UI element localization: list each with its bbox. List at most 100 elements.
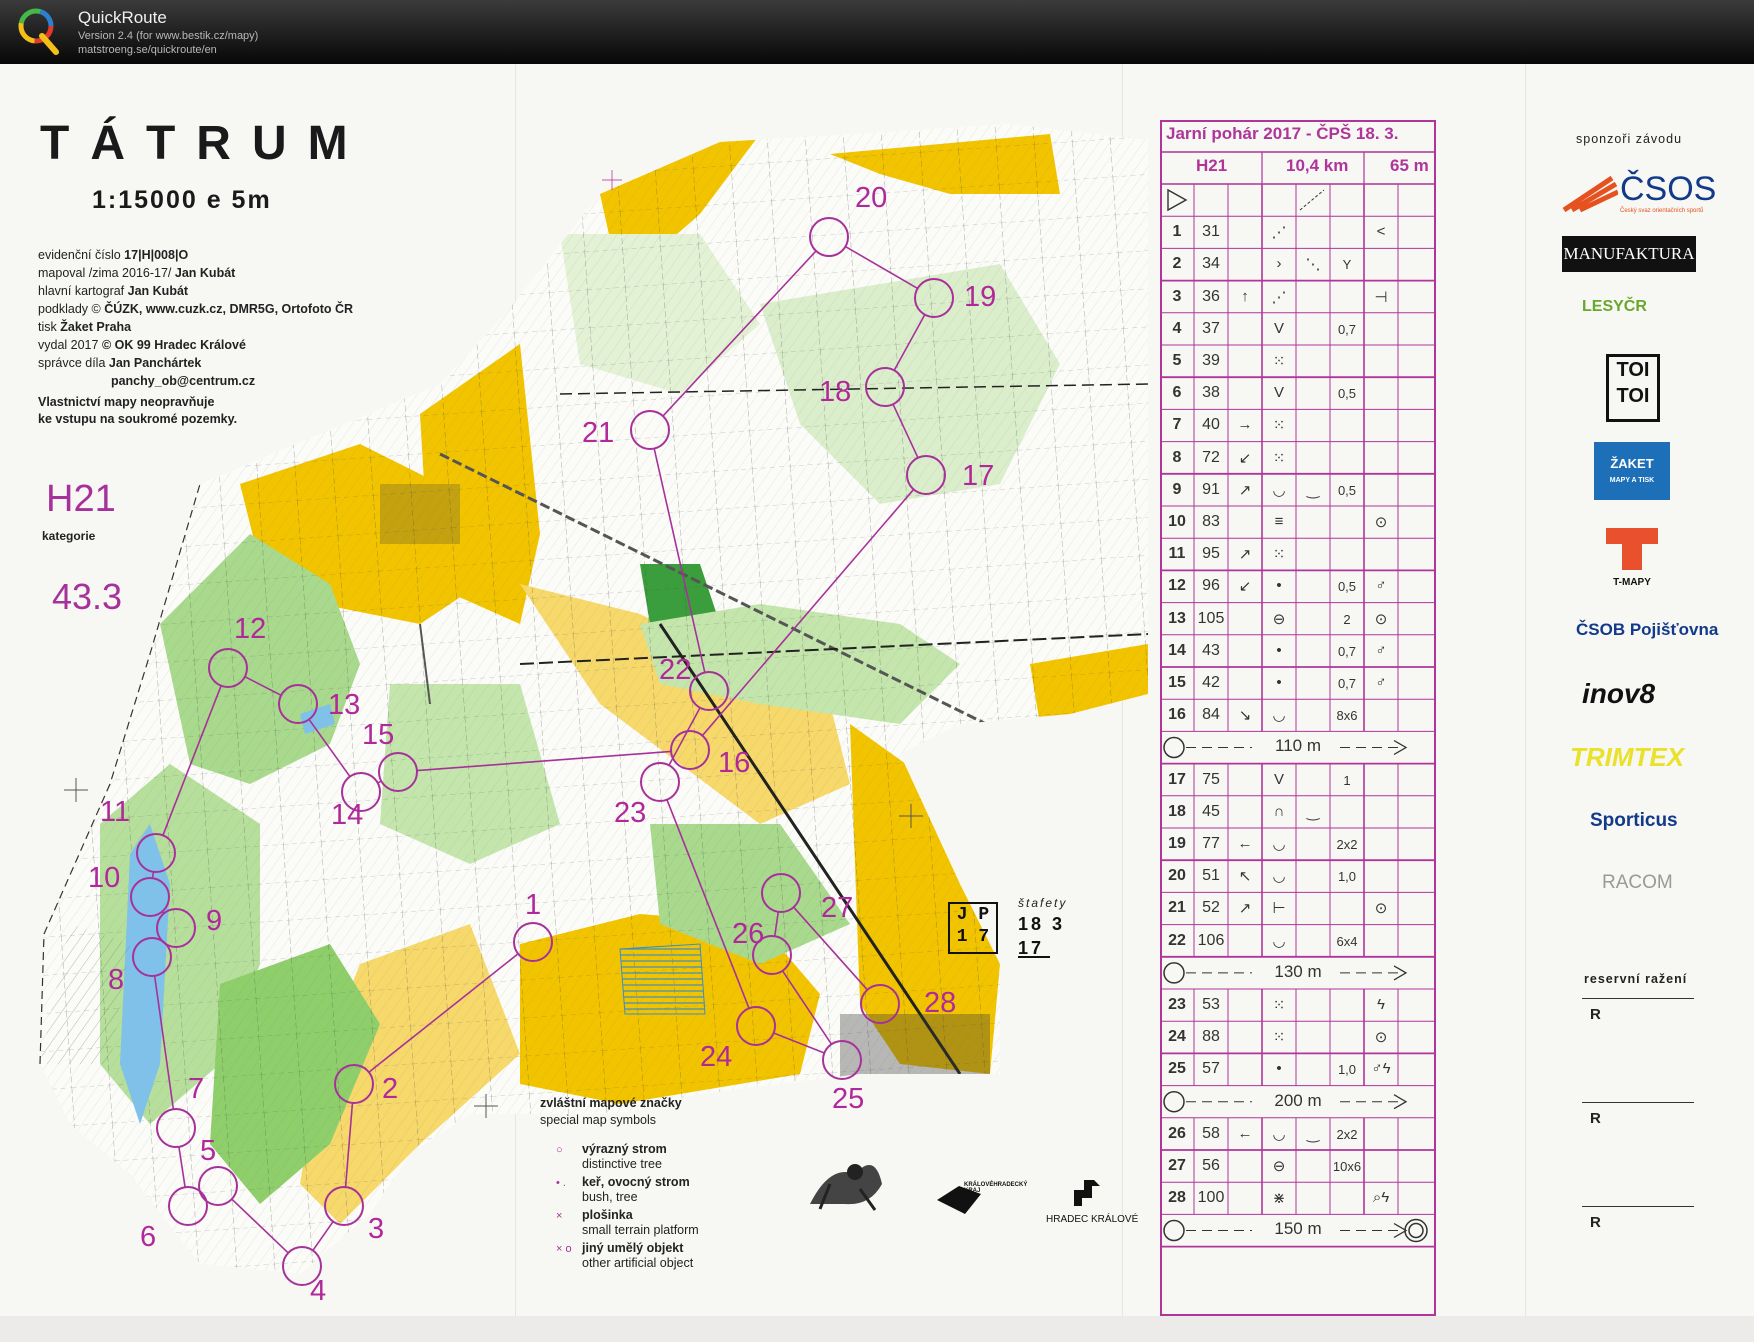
control-feature: V [1273,384,1284,402]
control-seq: 20 [1168,867,1186,885]
control-direction: → [1237,416,1253,434]
control-code: 38 [1202,384,1220,402]
control-code: 56 [1202,1157,1220,1174]
app-title: QuickRoute [78,8,167,27]
control-seq: 9 [1172,480,1182,498]
control-code: 37 [1202,319,1220,337]
control-code: 40 [1202,416,1220,434]
control-feature: ∩ [1273,802,1285,820]
control-feature: ⋇ [1272,1190,1286,1208]
control-feature: › [1276,255,1282,273]
control-seq: 15 [1168,674,1186,691]
control-seq: 14 [1168,641,1186,659]
control-extra: ⊙ [1374,1029,1388,1047]
control-direction: ↗ [1238,481,1252,499]
control-seq: 17 [1168,770,1186,788]
control-feature: ◡ [1272,932,1286,950]
map-info-line: vydal 2017 © OK 99 Hradec Králové [38,338,246,352]
control-size: 0,7 [1337,643,1357,659]
control-seq: 11 [1168,545,1186,563]
map-info-line: správce díla Jan Panchártek [38,356,202,370]
map-title: TÁTRUM [40,117,369,170]
legend-symbol: × o [556,1243,572,1255]
control-extra: ⊙ [1374,610,1388,628]
titlebar: QuickRoute Version 2.4 (for www.bestik.c… [0,0,1754,64]
legend-title: zvláštní mapové značky [540,1096,682,1110]
control-size: 10x6 [1332,1159,1362,1174]
control-number: 14 [331,799,363,831]
control-seq: 18 [1168,802,1186,820]
control-feature: ≡ [1274,513,1284,530]
control-direction: ← [1237,1124,1253,1142]
map-info-line: mapoval /zima 2016-17/ Jan Kubát [38,266,236,280]
control-size: Y [1342,257,1352,273]
control-code: 95 [1202,545,1220,563]
control-code: 91 [1202,480,1220,498]
control-feature: ◡ [1272,707,1286,725]
csos-logo-icon [1562,175,1618,213]
control-seq: 13 [1168,609,1186,627]
control-code: 58 [1202,1124,1220,1142]
sponsor-tmapy: T-MAPY [1602,524,1662,588]
control-number: 24 [700,1041,732,1073]
leg-distance: 130 m [1274,961,1322,981]
control-feature: ⋰ [1271,288,1287,306]
map-image[interactable]: 1 2 3 4 5 6 7 8 9 10 11 12 13 14 15 16 17 18 19 20 21 22 23 24 2… [0,64,1754,1316]
control-number: 10 [88,862,120,894]
control-size: 1 [1343,772,1351,788]
control-size: 0,5 [1337,579,1357,595]
relay-title: štafety [1018,896,1068,910]
control-code: 88 [1202,1028,1220,1046]
reserve-r-2: R [1590,1110,1601,1127]
control-seq: 2 [1172,255,1182,273]
sponsor-csob: ČSOB Pojišťovna [1576,620,1719,639]
control-code: 31 [1202,223,1220,241]
description-length: 10,4 km [1286,156,1349,175]
control-code: 83 [1202,513,1220,530]
app-url-link[interactable]: matstroeng.se/quickroute/en [78,44,217,56]
control-direction: ↖ [1238,868,1252,886]
control-number: 15 [362,719,394,751]
control-direction: ↙ [1238,578,1252,596]
control-direction: ↘ [1238,707,1252,725]
control-feature-detail: ⋱ [1305,256,1321,274]
control-extra: ⊣ [1374,288,1388,306]
map-scale: 1:15000 e 5m [92,186,272,214]
control-seq: 19 [1168,835,1186,852]
control-feature: ⋰ [1271,224,1287,242]
control-code: 53 [1202,996,1220,1013]
control-number: 4 [310,1275,326,1307]
control-seq: 22 [1168,931,1186,949]
control-number: 8 [108,964,124,996]
control-number: 23 [614,797,646,829]
legend-item: výrazný strom distinctive tree [582,1142,667,1171]
mascot-logo-icon [810,1164,882,1211]
control-size: 0,7 [1337,321,1357,337]
control-code: 51 [1202,867,1220,885]
control-code: 45 [1202,802,1220,820]
reserve-r-1: R [1590,1006,1601,1023]
control-description-sheet: Jarní pohár 2017 - ČPŠ 18. 3. H21 10,4 k… [1160,120,1436,1316]
leg-distance: 110 m [1275,736,1321,756]
description-climb: 65 m [1390,156,1429,175]
control-seq: 7 [1172,416,1182,434]
sponsor-zaket: ŽAKET MAPY A TISK [1594,442,1670,500]
control-number: 9 [206,905,222,937]
legend-symbol: × [556,1210,563,1222]
control-seq: 24 [1168,1028,1186,1046]
map-info-line: evidenční číslo 17|H|008|O [38,248,189,262]
control-seq: 4 [1172,319,1182,337]
control-size: 6x4 [1336,933,1358,949]
control-number: 12 [234,613,266,645]
control-code: 75 [1202,770,1220,788]
control-number: 28 [924,987,956,1019]
control-number: 17 [962,460,994,492]
map-info-line: podklady © ČÚZK, www.cuzk.cz, DMR5G, Ort… [38,302,354,316]
control-code: 72 [1202,448,1220,466]
control-seq: 25 [1168,1060,1186,1078]
control-number: 20 [855,182,887,214]
control-size: 2x2 [1336,1126,1358,1142]
control-feature: ⊖ [1272,610,1286,628]
category-caption: kategorie [42,529,96,543]
relay-underline [1018,956,1050,958]
